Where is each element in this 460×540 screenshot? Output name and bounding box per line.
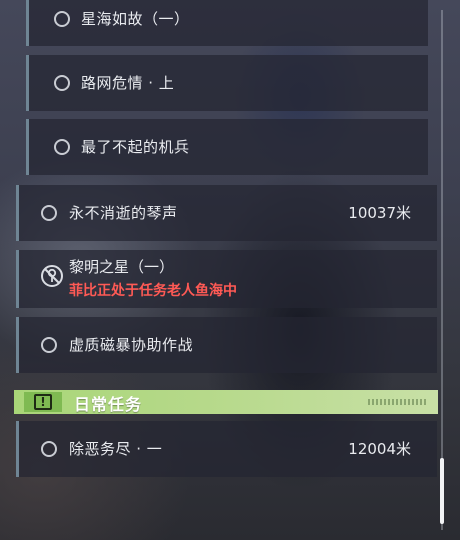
quest-item-luwang[interactable]: 路网危情 · 上 — [26, 55, 428, 111]
daily-badge: ! — [24, 392, 62, 412]
quest-item-liming[interactable]: 黎明之星（一） 菲比正处于任务老人鱼海中 — [16, 250, 437, 308]
scrollbar-thumb[interactable] — [440, 458, 444, 524]
quest-status-circle-icon — [41, 205, 57, 221]
quest-status-circle-icon — [41, 337, 57, 353]
exclamation-icon: ! — [34, 394, 52, 410]
header-decoration — [368, 399, 428, 405]
quest-status-circle-icon — [54, 11, 70, 27]
quest-warning-text: 菲比正处于任务老人鱼海中 — [69, 283, 237, 299]
quest-item-qinsheng[interactable]: 永不消逝的琴声 10037米 — [16, 185, 437, 241]
quest-distance: 10037米 — [348, 204, 411, 222]
quest-label: 最了不起的机兵 — [81, 138, 190, 156]
quest-item-xuzhi[interactable]: 虚质磁暴协助作战 — [16, 317, 437, 373]
section-title: 日常任务 — [74, 395, 143, 414]
quest-status-circle-icon — [41, 441, 57, 457]
blocked-icon — [41, 265, 63, 287]
quest-item-chue[interactable]: 除恶务尽 · 一 12004米 — [16, 421, 437, 477]
quest-label: 路网危情 · 上 — [81, 74, 175, 92]
scrollbar-track[interactable] — [441, 10, 443, 530]
quest-status-circle-icon — [54, 139, 70, 155]
quest-status-circle-icon — [54, 75, 70, 91]
quest-label: 黎明之星（一） — [69, 258, 175, 276]
quest-item-xinghai[interactable]: 星海如故（一） — [26, 0, 428, 46]
quest-item-jibing[interactable]: 最了不起的机兵 — [26, 119, 428, 175]
quest-distance: 12004米 — [348, 440, 411, 458]
daily-quests-header: ! 日常任务 — [14, 390, 438, 414]
quest-label: 除恶务尽 · 一 — [69, 440, 163, 458]
quest-label: 永不消逝的琴声 — [69, 204, 178, 222]
quest-label: 虚质磁暴协助作战 — [69, 336, 194, 354]
quest-label: 星海如故（一） — [81, 10, 190, 28]
